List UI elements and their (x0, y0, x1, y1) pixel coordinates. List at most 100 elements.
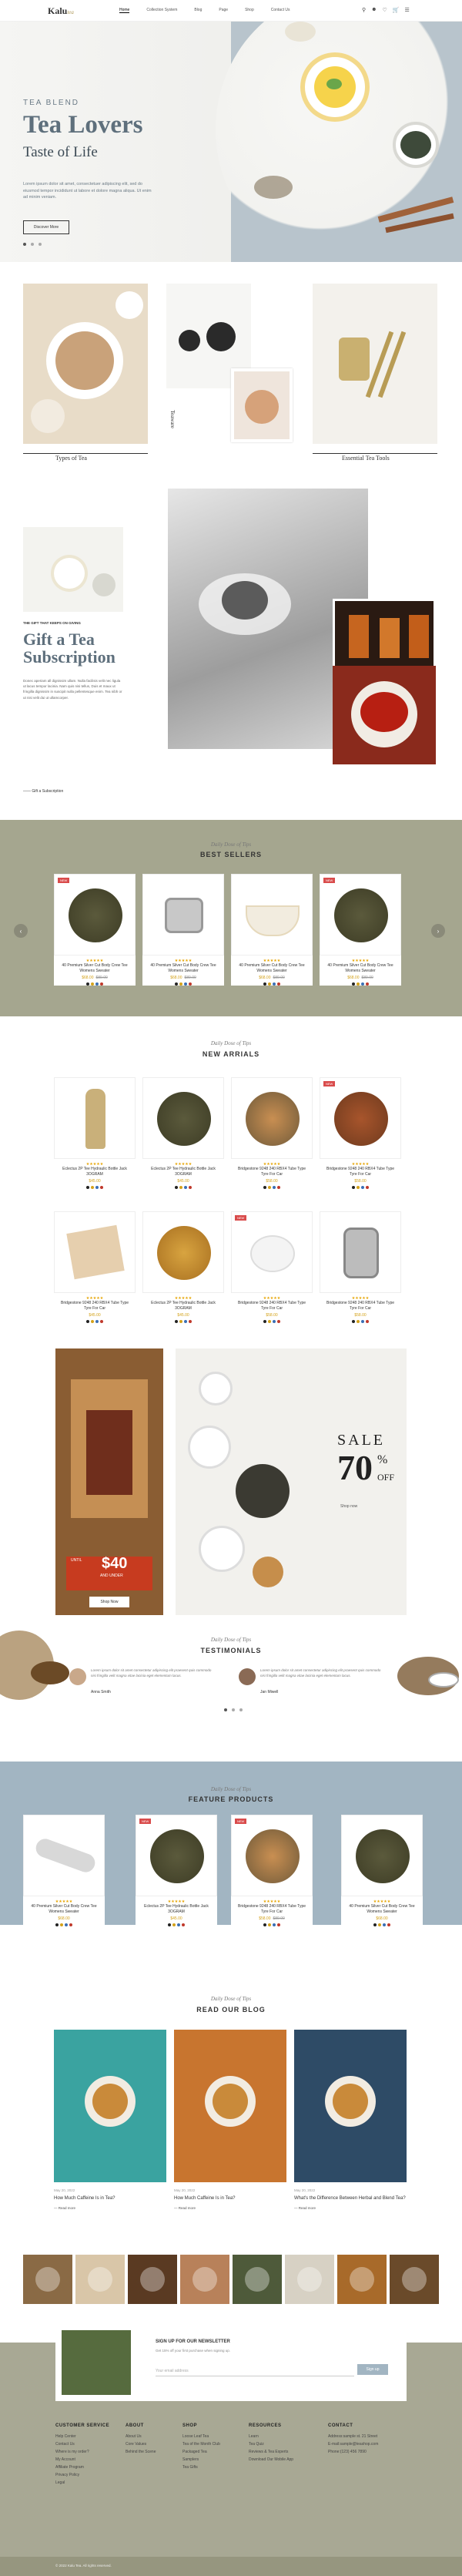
product-image[interactable] (320, 1211, 401, 1293)
color-swatch[interactable] (100, 982, 103, 986)
footer-link[interactable]: Samplers (182, 2456, 220, 2463)
color-swatch[interactable] (357, 982, 360, 986)
color-swatch[interactable] (95, 1186, 99, 1189)
color-swatch[interactable] (357, 1186, 360, 1189)
blog-card[interactable]: May 20, 2022 What's the Difference Betwe… (294, 2030, 407, 2210)
instagram-photo[interactable] (75, 2255, 125, 2304)
product-image[interactable] (142, 1211, 224, 1293)
footer-link[interactable]: Tea Quiz (249, 2440, 293, 2448)
product-name[interactable]: Eclectus 2P Tee Hydraulic Bottle Jack 3O… (136, 1904, 217, 1915)
product-card[interactable]: ★★★★★ 40 Premium Silver Cut Body Crew Te… (142, 874, 224, 986)
instagram-photo[interactable] (23, 2255, 72, 2304)
product-name[interactable]: 40 Premium Silver Cut Body Crew Tee Wome… (54, 963, 136, 974)
product-image[interactable] (54, 1211, 136, 1293)
color-swatch[interactable] (182, 1923, 185, 1926)
product-card[interactable]: ★★★★★ 40 Premium Silver Cut Body Crew Te… (231, 874, 313, 986)
footer-link[interactable]: Address:sample st. 21 Street (328, 2433, 378, 2440)
product-name[interactable]: Bridgestone 9248 240 RBX4 Tube Type Tyre… (231, 1167, 313, 1177)
product-name[interactable]: Eclectus 2P Tee Hydraulic Bottle Jack 3O… (142, 1301, 224, 1312)
product-name[interactable]: Bridgestone 9248 240 RBX4 Tube Type Tyre… (54, 1301, 136, 1312)
heart-icon[interactable]: ♡ (383, 7, 387, 13)
slider-dot[interactable] (23, 243, 26, 246)
color-swatch[interactable] (179, 1320, 182, 1323)
essential-tea-tools-image[interactable] (313, 284, 437, 444)
color-swatch[interactable] (189, 1186, 192, 1189)
product-name[interactable]: Bridgestone 9248 240 RBX4 Tube Type Tyre… (320, 1301, 401, 1312)
color-swatch[interactable] (175, 1320, 178, 1323)
product-name[interactable]: Bridgestone 9248 240 RBX4 Tube Type Tyre… (231, 1301, 313, 1312)
instagram-photo[interactable] (180, 2255, 229, 2304)
product-card[interactable]: ★★★★★ 40 Premium Silver Cut Body Crew Te… (341, 1815, 423, 1926)
color-swatch[interactable] (378, 1923, 381, 1926)
product-name[interactable]: 40 Premium Silver Cut Body Crew Tee Wome… (142, 963, 224, 974)
product-card[interactable]: ★★★★★ Bridgestone 9248 240 RBX4 Tube Typ… (231, 1077, 313, 1189)
footer-link[interactable]: My Account (55, 2456, 109, 2463)
footer-link[interactable]: Phone:(123) 456 7890 (328, 2448, 378, 2456)
product-image[interactable] (142, 874, 224, 956)
color-swatch[interactable] (361, 982, 364, 986)
color-swatch[interactable] (179, 1186, 182, 1189)
menu-icon[interactable]: ☰ (405, 7, 410, 13)
color-swatch[interactable] (91, 982, 94, 986)
product-card[interactable]: ★★★★★ Eclectus 2P Tee Hydraulic Bottle J… (54, 1077, 136, 1189)
product-name[interactable]: 40 Premium Silver Cut Body Crew Tee Wome… (23, 1904, 105, 1915)
color-swatch[interactable] (268, 1923, 271, 1926)
color-swatch[interactable] (184, 1186, 187, 1189)
blog-image[interactable] (174, 2030, 286, 2182)
color-swatch[interactable] (277, 1320, 280, 1323)
color-swatch[interactable] (175, 982, 178, 986)
signup-button[interactable]: Sign up (357, 2364, 388, 2375)
next-arrow-icon[interactable]: › (431, 924, 445, 938)
color-swatch[interactable] (86, 1186, 89, 1189)
product-card[interactable]: ★★★★★ Bridgestone 9248 240 RBX4 Tube Typ… (54, 1211, 136, 1323)
color-swatch[interactable] (184, 982, 187, 986)
color-swatch[interactable] (263, 1923, 266, 1926)
footer-link[interactable]: Privacy Policy (55, 2471, 109, 2479)
instagram-photo[interactable] (337, 2255, 387, 2304)
color-swatch[interactable] (263, 1186, 266, 1189)
color-swatch[interactable] (95, 982, 99, 986)
nav-contact[interactable]: Contact Us (271, 8, 290, 13)
color-swatch[interactable] (172, 1923, 176, 1926)
read-more-link[interactable]: — Read more (54, 2206, 166, 2210)
product-card[interactable]: ★★★★★ Eclectus 2P Tee Hydraulic Bottle J… (142, 1211, 224, 1323)
color-swatch[interactable] (387, 1923, 390, 1926)
search-icon[interactable]: ⚲ (362, 7, 366, 13)
color-swatch[interactable] (179, 982, 182, 986)
instagram-photo[interactable] (285, 2255, 334, 2304)
product-card[interactable]: NEW ★★★★★ 40 Premium Silver Cut Body Cre… (320, 874, 401, 986)
color-swatch[interactable] (91, 1320, 94, 1323)
color-swatch[interactable] (184, 1320, 187, 1323)
color-swatch[interactable] (277, 1923, 280, 1926)
product-card[interactable]: ★★★★★ 40 Premium Silver Cut Body Crew Te… (23, 1815, 105, 1926)
newsletter-email-input[interactable]: Your email address (156, 2366, 354, 2376)
footer-link[interactable]: Behind the Scene (126, 2448, 156, 2456)
color-swatch[interactable] (189, 1320, 192, 1323)
color-swatch[interactable] (277, 1186, 280, 1189)
color-swatch[interactable] (55, 1923, 59, 1926)
discover-more-button[interactable]: Discover More (23, 220, 69, 234)
sale-promo[interactable]: SALE 70 % OFF Shop now (176, 1348, 407, 1615)
slider-dot[interactable] (232, 1708, 235, 1711)
product-image[interactable] (231, 874, 313, 956)
color-swatch[interactable] (352, 1186, 355, 1189)
types-of-tea-image[interactable] (23, 284, 148, 444)
color-swatch[interactable] (357, 1320, 360, 1323)
blog-title[interactable]: How Much Caffeine Is in Tea? (174, 2195, 286, 2202)
color-swatch[interactable] (263, 982, 266, 986)
product-name[interactable]: Eclectus 2P Tee Hydraulic Bottle Jack 3O… (54, 1167, 136, 1177)
product-card[interactable]: NEW ★★★★★ Eclectus 2P Tee Hydraulic Bott… (136, 1815, 217, 1926)
product-image[interactable] (142, 1077, 224, 1159)
color-swatch[interactable] (100, 1320, 103, 1323)
slider-dot[interactable] (224, 1708, 227, 1711)
teaware-caption[interactable]: Teaware (169, 410, 176, 428)
color-swatch[interactable] (366, 1320, 369, 1323)
color-swatch[interactable] (273, 1186, 276, 1189)
color-swatch[interactable] (277, 982, 280, 986)
shop-now-button[interactable]: Shop Now (89, 1597, 129, 1607)
nav-home[interactable]: Home (119, 8, 130, 13)
types-of-tea-caption[interactable]: Types of Tea (55, 455, 87, 462)
product-name[interactable]: Bridgestone 9248 240 RBX4 Tube Type Tyre… (231, 1904, 313, 1915)
color-swatch[interactable] (352, 982, 355, 986)
product-card[interactable]: NEW ★★★★★ Bridgestone 9248 240 RBX4 Tube… (320, 1077, 401, 1189)
